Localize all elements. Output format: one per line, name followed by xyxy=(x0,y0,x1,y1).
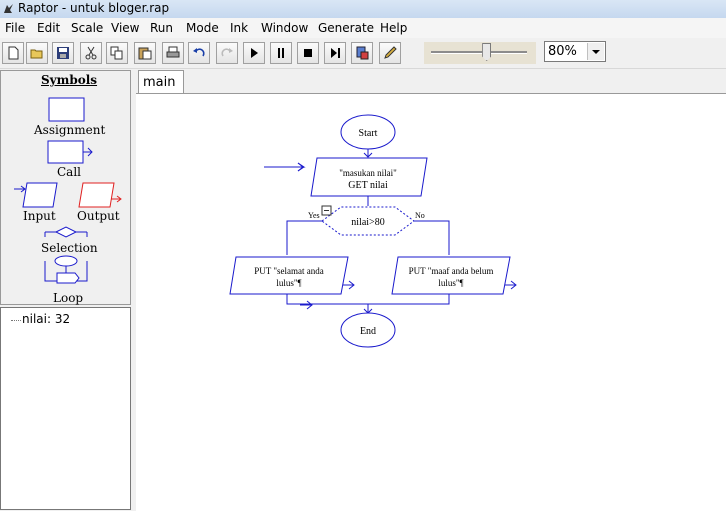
chevron-down-icon[interactable] xyxy=(587,43,604,60)
step-icon xyxy=(331,48,340,58)
start-text: Start xyxy=(359,128,378,139)
print-button[interactable] xyxy=(162,42,184,64)
pen-icon xyxy=(384,46,397,59)
test-server-icon xyxy=(356,46,369,60)
output-yes-text-2: lulus"¶ xyxy=(276,278,301,288)
menu-bar: File Edit Scale View Run Mode Ink Window… xyxy=(0,18,726,38)
step-button[interactable] xyxy=(324,42,346,64)
input-symbol[interactable] xyxy=(14,182,58,208)
output-no-text-2: lulus"¶ xyxy=(438,278,463,288)
symbols-shapes xyxy=(14,97,122,284)
redo-button[interactable] xyxy=(216,42,238,64)
watch-variable[interactable]: nilai: 32 xyxy=(22,312,70,326)
zoom-select[interactable]: 80% xyxy=(544,41,606,62)
run-button[interactable] xyxy=(243,42,265,64)
assignment-symbol[interactable] xyxy=(48,97,85,122)
window-title: Raptor - untuk bloger.rap xyxy=(18,1,170,15)
arrow-icon xyxy=(505,280,517,290)
speed-slider-track xyxy=(431,51,527,54)
raptor-app-icon xyxy=(4,4,13,13)
tab-main[interactable]: main xyxy=(138,70,184,93)
no-label: No xyxy=(415,211,425,220)
menu-edit[interactable]: Edit xyxy=(37,21,60,35)
watch-window: nilai: 32 xyxy=(0,307,131,510)
assignment-label: Assignment xyxy=(34,123,106,137)
stop-icon xyxy=(304,49,312,57)
input-label: Input xyxy=(23,209,56,223)
selection-label: Selection xyxy=(41,241,98,255)
menu-generate[interactable]: Generate xyxy=(318,21,374,35)
pause-button[interactable] xyxy=(270,42,292,64)
toolbar xyxy=(0,38,726,69)
end-text: End xyxy=(360,326,376,337)
menu-file[interactable]: File xyxy=(5,21,25,35)
arrow-icon xyxy=(342,280,355,290)
arrow-icon xyxy=(264,162,304,172)
menu-help[interactable]: Help xyxy=(380,21,407,35)
open-button[interactable] xyxy=(26,42,48,64)
yes-label: Yes xyxy=(308,211,320,220)
output-symbol[interactable] xyxy=(78,182,122,208)
copy-icon xyxy=(110,46,123,60)
loop-symbol[interactable] xyxy=(44,255,88,284)
flowchart: Start "masukan nilai" GET nilai nilai>80… xyxy=(229,114,517,348)
loop-label: Loop xyxy=(53,291,84,305)
test-server-button[interactable] xyxy=(351,42,373,64)
redo-icon xyxy=(221,48,233,57)
cut-button[interactable] xyxy=(80,42,102,64)
call-symbol[interactable] xyxy=(47,140,93,164)
menu-window[interactable]: Window xyxy=(261,21,308,35)
menu-scale[interactable]: Scale xyxy=(71,21,103,35)
merge-lines xyxy=(286,294,450,305)
cut-icon xyxy=(85,46,97,60)
menu-run[interactable]: Run xyxy=(150,21,173,35)
play-icon xyxy=(251,48,258,58)
symbols-panel: Symbols Assignment Call Input Output Sel… xyxy=(0,70,131,305)
stop-button[interactable] xyxy=(297,42,319,64)
call-label: Call xyxy=(57,165,82,179)
output-label: Output xyxy=(77,209,120,223)
menu-view[interactable]: View xyxy=(111,21,139,35)
tree-connector xyxy=(11,320,21,321)
undo-button[interactable] xyxy=(188,42,210,64)
input-prompt-text: "masukan nilai" xyxy=(339,168,397,178)
save-icon xyxy=(57,47,69,59)
undo-icon xyxy=(193,48,205,57)
menu-mode[interactable]: Mode xyxy=(186,21,219,35)
arrow-icon xyxy=(300,300,313,310)
ink-pen-button[interactable] xyxy=(379,42,401,64)
title-bar: Raptor - untuk bloger.rap xyxy=(0,0,726,18)
menu-ink[interactable]: Ink xyxy=(230,21,248,35)
save-button[interactable] xyxy=(52,42,74,64)
tab-main-label: main xyxy=(143,75,176,90)
print-icon xyxy=(166,46,180,58)
output-yes-text-1: PUT "selamat anda xyxy=(254,266,324,276)
selection-symbol[interactable] xyxy=(44,226,88,238)
input-get-text: GET nilai xyxy=(348,180,388,191)
new-file-icon xyxy=(8,46,19,60)
open-folder-icon xyxy=(30,49,43,59)
copy-button[interactable] xyxy=(106,42,128,64)
new-file-button[interactable] xyxy=(2,42,24,64)
pause-icon xyxy=(278,48,284,58)
output-no-text-1: PUT "maaf anda belum xyxy=(409,266,494,276)
condition-text: nilai>80 xyxy=(351,217,384,228)
zoom-value: 80% xyxy=(548,44,577,59)
paste-icon xyxy=(138,47,152,60)
flowchart-canvas[interactable]: Start "masukan nilai" GET nilai nilai>80… xyxy=(136,93,726,511)
paste-button[interactable] xyxy=(134,42,156,64)
